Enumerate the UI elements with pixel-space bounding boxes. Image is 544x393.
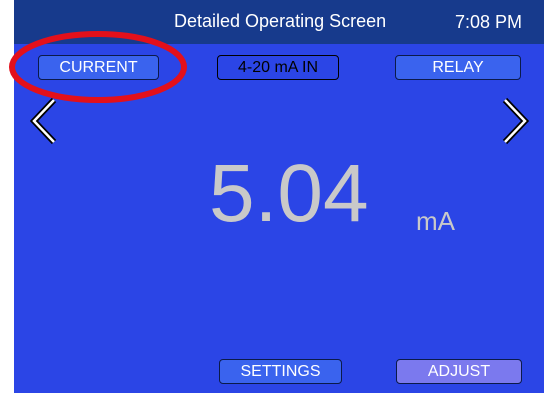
- relay-tab-button[interactable]: RELAY: [395, 55, 521, 80]
- settings-button[interactable]: SETTINGS: [219, 359, 342, 384]
- screen-title: Detailed Operating Screen: [174, 11, 387, 31]
- adjust-button[interactable]: ADJUST: [396, 359, 522, 384]
- title-bar: Detailed Operating Screen 7:08 PM: [14, 0, 544, 44]
- chevron-right-icon[interactable]: [501, 97, 529, 145]
- device-screen: Detailed Operating Screen 7:08 PM CURREN…: [14, 0, 544, 393]
- clock: 7:08 PM: [455, 12, 523, 32]
- reading-unit: mA: [416, 206, 455, 236]
- chevron-left-icon[interactable]: [30, 97, 58, 145]
- reading-value: 5.04: [209, 148, 369, 239]
- ma-input-tab-button[interactable]: 4-20 mA IN: [217, 55, 339, 80]
- current-tab-button[interactable]: CURRENT: [38, 55, 159, 80]
